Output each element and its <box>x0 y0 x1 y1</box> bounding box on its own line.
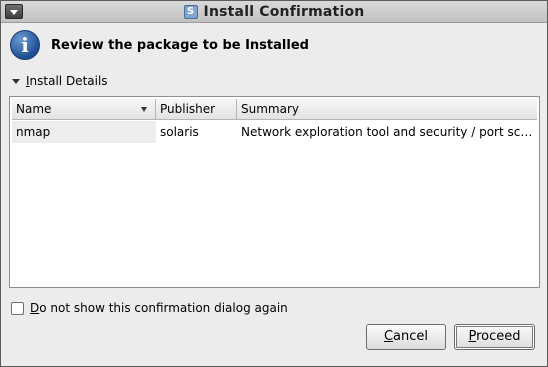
cell-name: nmap <box>12 121 156 143</box>
dialog-heading: Review the package to be Installed <box>51 38 309 53</box>
package-table: Name Publisher Summary nmap solaris Netw… <box>9 96 540 288</box>
cancel-button[interactable]: Cancel <box>366 324 446 350</box>
dont-show-again-option[interactable]: Do not show this confirmation dialog aga… <box>11 301 288 315</box>
dont-show-again-checkbox[interactable] <box>11 301 24 315</box>
info-icon: i <box>10 30 40 60</box>
dont-show-again-label: Do not show this confirmation dialog aga… <box>30 301 288 315</box>
install-confirmation-dialog: S Install Confirmation i Review the pack… <box>0 0 548 367</box>
column-header-publisher[interactable]: Publisher <box>156 99 237 120</box>
column-header-name-label: Name <box>16 102 52 116</box>
cell-summary: Network exploration tool and security / … <box>241 125 537 139</box>
install-details-expander[interactable]: Install Details <box>12 73 108 89</box>
table-row[interactable]: nmap solaris Network exploration tool an… <box>12 121 537 143</box>
sort-down-icon <box>141 107 147 112</box>
table-header: Name Publisher Summary <box>12 99 537 120</box>
proceed-button[interactable]: Proceed <box>454 324 535 350</box>
column-header-name[interactable]: Name <box>12 99 156 120</box>
cell-publisher: solaris <box>160 125 199 139</box>
column-header-publisher-label: Publisher <box>160 102 216 116</box>
title-bar: S Install Confirmation <box>1 1 547 23</box>
title-wrap: S Install Confirmation <box>1 1 547 23</box>
package-manager-icon: S <box>183 5 198 19</box>
window-title: Install Confirmation <box>203 4 365 20</box>
expander-label: Install Details <box>26 74 108 88</box>
expander-arrow-icon <box>12 78 20 84</box>
column-header-summary[interactable]: Summary <box>237 99 537 120</box>
column-header-summary-label: Summary <box>241 102 299 116</box>
